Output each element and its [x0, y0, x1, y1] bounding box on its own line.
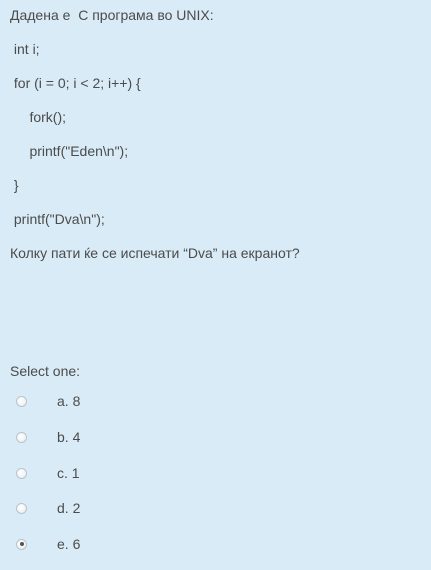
- option-e-label: e. 6: [57, 536, 81, 552]
- radio-b[interactable]: [16, 431, 27, 443]
- code-line-2: for (i = 0; i < 2; i++) {: [10, 75, 141, 91]
- radio-e[interactable]: [16, 538, 27, 550]
- code-line-3: fork();: [10, 109, 66, 125]
- radio-d[interactable]: [16, 502, 27, 514]
- option-d[interactable]: d. 2: [16, 497, 136, 519]
- radio-c[interactable]: [16, 467, 27, 479]
- option-b[interactable]: b. 4: [16, 426, 136, 448]
- option-c-label: c. 1: [57, 465, 80, 481]
- question-prompt: Колку пати ќе се испечати “Dva” на екран…: [10, 245, 300, 261]
- code-line-6: printf("Dva\n");: [10, 211, 105, 227]
- option-d-label: d. 2: [57, 500, 81, 516]
- code-line-1: int i;: [10, 41, 40, 57]
- question-panel: Дадена е C програма во UNIX: int i; for …: [0, 0, 431, 570]
- option-b-label: b. 4: [57, 429, 81, 445]
- select-one-label: Select one:: [10, 363, 81, 379]
- option-a-label: a. 8: [57, 393, 81, 409]
- code-line-4: printf("Eden\n");: [10, 143, 129, 159]
- code-line-5: }: [10, 177, 19, 193]
- radio-a[interactable]: [16, 395, 27, 407]
- option-a[interactable]: a. 8: [16, 390, 136, 412]
- option-c[interactable]: c. 1: [16, 462, 136, 484]
- option-e[interactable]: e. 6: [16, 533, 136, 555]
- question-intro: Дадена е C програма во UNIX:: [10, 7, 214, 23]
